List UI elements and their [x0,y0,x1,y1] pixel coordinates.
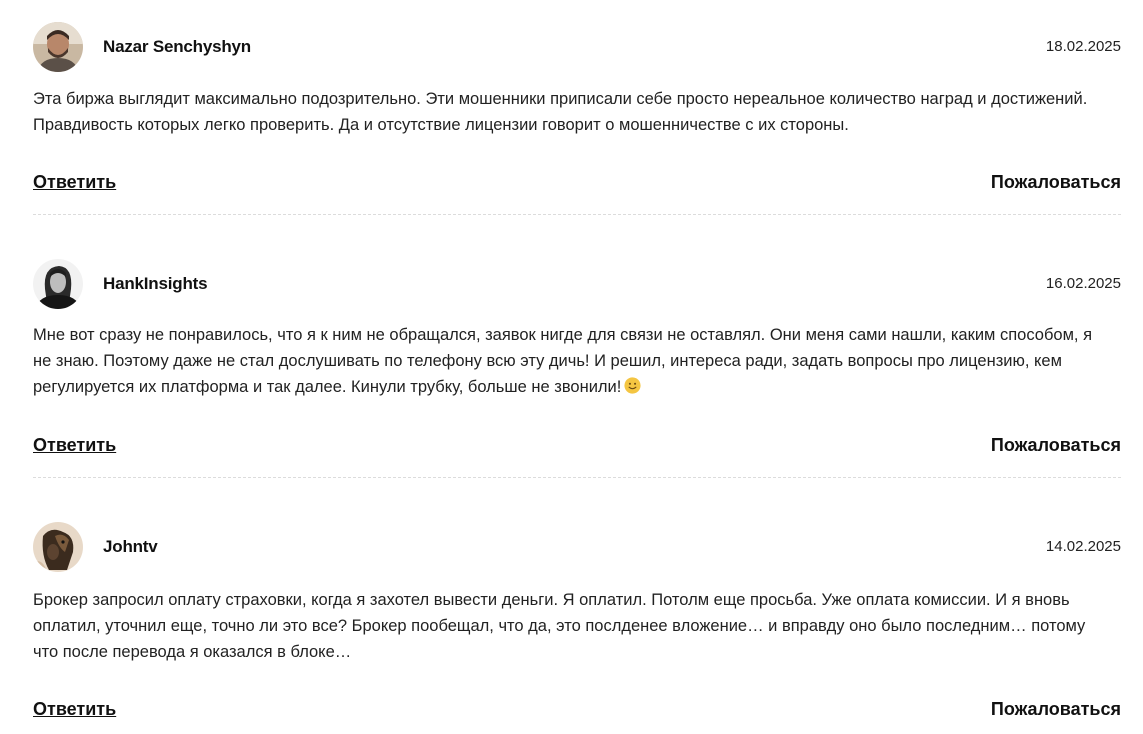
avatar [33,22,83,72]
avatar [33,259,83,309]
comment-date: 18.02.2025 [1045,38,1121,55]
comment-date: 16.02.2025 [1045,275,1121,292]
comment-item: HankInsights 16.02.2025 Мне вот сразу не… [33,259,1121,455]
comment-header: HankInsights 16.02.2025 [33,259,1121,310]
comment-text: Мне вот сразу не понравилось, что я к ни… [33,322,1113,400]
comment-text: Брокер запросил оплату страховки, когда … [33,591,1086,661]
comment-header: Nazar Senchyshyn 18.02.2025 [33,22,1121,73]
comment-author: Johntv [103,537,158,556]
reply-link[interactable]: Ответить [33,699,116,720]
avatar-photo-icon [33,259,83,309]
slightly-smiling-face-icon [624,377,641,394]
report-link[interactable]: Пожаловаться [991,435,1121,456]
comment-actions: Ответить Пожаловаться [33,699,1121,723]
comment-item: Nazar Senchyshyn 18.02.2025 Эта биржа вы… [33,22,1121,192]
avatar [33,522,83,572]
comment-author: HankInsights [103,274,208,293]
comment-author: Nazar Senchyshyn [103,37,251,56]
comment-text: Эта биржа выглядит максимально подозрите… [33,90,1088,134]
reply-link[interactable]: Ответить [33,435,116,456]
comment-actions: Ответить Пожаловаться [33,172,1121,196]
avatar-photo-icon [33,22,83,72]
comment-date: 14.02.2025 [1045,538,1121,555]
avatar-photo-icon [33,522,83,572]
report-link[interactable]: Пожаловаться [991,699,1121,720]
comment-actions: Ответить Пожаловаться [33,435,1121,459]
comment-divider [33,214,1121,215]
comment-list: Nazar Senchyshyn 18.02.2025 Эта биржа вы… [0,0,1143,734]
comment-header: Johntv 14.02.2025 [33,522,1121,573]
report-link[interactable]: Пожаловаться [991,172,1121,193]
comment-divider [33,477,1121,478]
reply-link[interactable]: Ответить [33,172,116,193]
comment-item: Johntv 14.02.2025 Брокер запросил оплату… [33,522,1121,719]
comment-text-body: Мне вот сразу не понравилось, что я к ни… [33,326,1093,396]
